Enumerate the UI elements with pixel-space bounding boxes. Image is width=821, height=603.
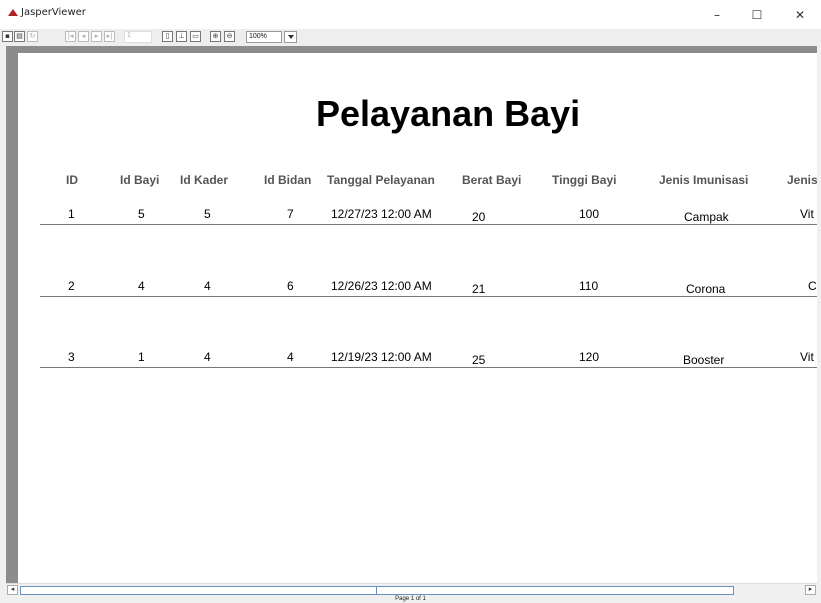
zoom-out-button[interactable]: ⊖ [224,31,235,42]
row-divider [40,224,817,225]
column-header-berat-bayi: Berat Bayi [462,173,522,187]
table-cell: 12/27/23 12:00 AM [331,207,432,221]
zoom-in-icon: ⊕ [212,32,219,40]
column-header-jenis-imunisasi: Jenis Imunisasi [659,173,749,187]
print-button[interactable]: ▤ [14,31,25,42]
table-cell: 5 [138,207,145,221]
table-cell: 20 [472,210,486,224]
first-page-icon: |◂ [67,32,74,40]
zoom-dropdown-chevron-down-icon[interactable] [284,31,297,43]
minimize-button[interactable]: – [697,0,737,29]
print-icon: ▤ [16,32,23,40]
fit-page-button[interactable]: ⊥ [176,31,187,42]
table-cell: 7 [287,207,294,221]
chevron-right-icon: ▸ [808,586,813,593]
table-cell: 12/19/23 12:00 AM [331,350,432,364]
table-cell: 21 [472,282,486,296]
scrollbar-thumb[interactable] [20,586,734,595]
column-header-id-bayi: Id Bayi [120,173,160,187]
last-page-button[interactable]: ▸| [104,31,115,42]
zoom-select[interactable]: 100% [246,31,282,43]
table-cell: Booster [683,353,725,367]
first-page-button[interactable]: |◂ [65,31,76,42]
table-cell: 5 [204,207,211,221]
fit-page-icon: ⊥ [178,32,185,40]
table-cell: Vit [800,207,814,221]
table-cell: 1 [138,350,145,364]
table-cell: 4 [204,279,211,293]
reload-icon: ↻ [29,32,36,40]
table-cell: 12/26/23 12:00 AM [331,279,432,293]
viewer-toolbar: ▪ ▤ ↻ |◂ ◂ ▸ ▸| 1 ▯ ⊥ ▭ ⊕ ⊖ 100% [0,29,821,46]
table-cell: 1 [68,207,75,221]
table-cell: 4 [204,350,211,364]
row-divider [40,367,817,368]
column-header-id: ID [66,173,78,187]
previous-page-icon: ◂ [81,32,86,40]
table-cell: Campak [684,210,729,224]
jasper-logo-icon [8,9,18,16]
reload-button[interactable]: ↻ [27,31,38,42]
table-cell: 6 [287,279,294,293]
scrollbar-grip [376,587,377,594]
column-header-jenis: Jenis [787,173,817,187]
column-header-tanggal-pelayanan: Tanggal Pelayanan [327,173,435,187]
horizontal-scrollbar[interactable]: ◂ ▸ [6,583,817,596]
close-button[interactable]: ✕ [780,0,820,29]
zoom-in-button[interactable]: ⊕ [210,31,221,42]
chevron-left-icon: ◂ [10,586,15,593]
column-header-id-bidan: Id Bidan [264,173,312,187]
previous-page-button[interactable]: ◂ [78,31,89,42]
table-cell: Vit [800,350,814,364]
zoom-out-icon: ⊖ [226,32,233,40]
table-cell: 100 [579,207,600,221]
table-cell: 110 [579,279,599,293]
window-title-bar: JasperViewer – ☐ ✕ [0,0,821,29]
fit-width-button[interactable]: ▭ [190,31,201,42]
row-divider [40,296,817,297]
actual-size-icon: ▯ [165,32,170,40]
table-cell: 3 [68,350,75,364]
last-page-icon: ▸| [106,32,113,40]
next-page-icon: ▸ [94,32,99,40]
maximize-button[interactable]: ☐ [737,0,777,29]
column-header-tinggi-bayi: Tinggi Bayi [552,173,617,187]
table-cell: C [808,279,817,293]
report-title: Pelayanan Bayi [316,93,581,134]
table-cell: 2 [68,279,75,293]
scroll-right-button[interactable]: ▸ [805,585,816,595]
table-cell: 120 [579,350,600,364]
page-status-label: Page 1 of 1 [395,596,426,602]
page-number-input[interactable]: 1 [124,31,152,43]
table-cell: Corona [686,282,726,296]
save-button[interactable]: ▪ [2,31,13,42]
column-header-id-kader: Id Kader [180,173,229,187]
window-title: JasperViewer [21,7,86,18]
table-cell: 25 [472,353,486,367]
report-page: Pelayanan Bayi ID Id Bayi Id Kader Id Bi… [18,53,817,583]
next-page-button[interactable]: ▸ [91,31,102,42]
table-cell: 4 [138,279,145,293]
fit-width-icon: ▭ [192,32,199,40]
actual-size-button[interactable]: ▯ [162,31,173,42]
report-viewport[interactable]: Pelayanan Bayi ID Id Bayi Id Kader Id Bi… [6,46,817,583]
save-icon: ▪ [5,32,10,40]
scroll-left-button[interactable]: ◂ [7,585,18,595]
table-cell: 4 [287,350,294,364]
